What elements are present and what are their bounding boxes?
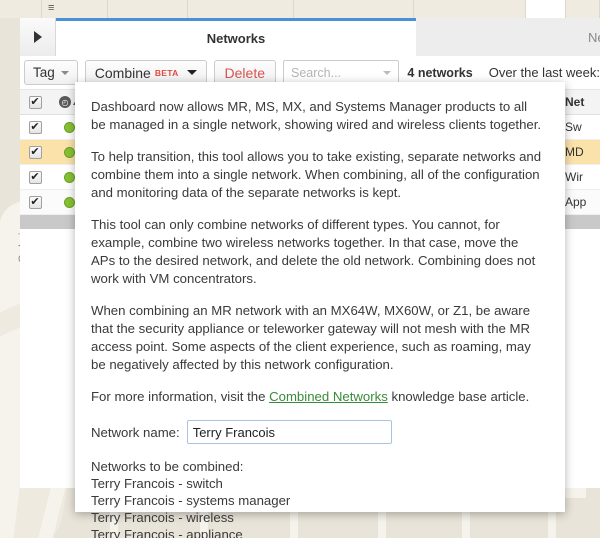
status-online-icon — [63, 171, 75, 183]
dialog-paragraph: To help transition, this tool allows you… — [91, 149, 542, 200]
status-online-icon — [63, 121, 75, 133]
row-checkbox[interactable]: ✔ — [28, 170, 42, 184]
row-select-cell[interactable]: ✔ — [20, 195, 50, 209]
tab-secondary-label: Ne — [588, 29, 600, 45]
networks-to-combine-list: Networks to be combined: Terry Francois … — [91, 458, 543, 538]
tab-strip-segment — [414, 0, 526, 18]
row-select-cell[interactable]: ✔ — [20, 120, 50, 134]
tab-strip-segment — [108, 0, 188, 18]
chevron-down-icon — [60, 70, 69, 75]
clock-icon: ◴ — [59, 96, 71, 108]
tab-strip-segment-active — [526, 0, 566, 18]
select-all-cell[interactable]: ✔ — [20, 95, 50, 109]
dialog-paragraph: This tool can only combine networks of d… — [91, 217, 536, 286]
tab-networks[interactable]: Networks — [56, 18, 416, 56]
network-name-input[interactable] — [186, 420, 392, 444]
kb-prefix: For more information, visit the — [91, 389, 270, 404]
row-checkbox[interactable]: ✔ — [28, 145, 42, 159]
tag-button[interactable]: Tag — [24, 60, 78, 85]
tab-strip-segment — [566, 0, 600, 18]
tab-strip-segment — [294, 0, 414, 18]
chevron-down-icon — [186, 70, 197, 75]
list-item: Terry Francois - wireless — [91, 510, 234, 525]
tab-strip-segment — [0, 0, 42, 18]
row-select-cell[interactable]: ✔ — [20, 170, 50, 184]
row-checkbox[interactable]: ✔ — [28, 195, 42, 209]
search-placeholder: Search... — [291, 65, 342, 80]
combined-networks-link[interactable]: Combined Networks — [269, 389, 388, 404]
network-count: 4 networks — [407, 65, 473, 80]
tab-networks-label: Networks — [206, 31, 266, 46]
tab-strip-segment — [188, 0, 294, 18]
tab-strip-glyph: ≡ — [48, 2, 55, 14]
status-online-icon — [63, 146, 75, 158]
network-name-label: Network name: — [91, 424, 180, 440]
row-network: Wir — [565, 170, 583, 184]
dialog-paragraph: When combining an MR network with an MX6… — [91, 303, 531, 372]
row-checkbox[interactable]: ✔ — [28, 120, 42, 134]
select-all-checkbox[interactable]: ✔ — [28, 95, 42, 109]
kb-suffix: knowledge base article. — [387, 389, 530, 404]
delete-button-label: Delete — [224, 64, 265, 81]
status-online-icon — [63, 196, 75, 208]
list-item: Terry Francois - systems manager — [91, 493, 291, 508]
chevron-down-icon — [383, 70, 392, 75]
row-network: Sw — [565, 120, 582, 134]
list-item: Terry Francois - switch — [91, 476, 223, 491]
beta-badge: BETA — [154, 67, 179, 78]
list-title: Networks to be combined: — [91, 459, 244, 474]
tab-secondary[interactable]: Ne — [416, 18, 600, 56]
row-network: MD — [565, 145, 584, 159]
expand-sidebar-button[interactable] — [20, 18, 56, 56]
row-select-cell[interactable]: ✔ — [20, 145, 50, 159]
combine-networks-dialog: Dashboard now allows MR, MS, MX, and Sys… — [75, 82, 565, 538]
browser-tab-strip: ≡ — [0, 0, 600, 18]
last-week-label: Over the last week: — [488, 65, 600, 80]
row-network: App — [565, 195, 587, 209]
tag-button-label: Tag — [33, 65, 55, 80]
dialog-paragraph: Dashboard now allows MR, MS, MX, and Sys… — [91, 99, 542, 132]
app-tab-row: Networks Ne — [20, 18, 600, 56]
triangle-right-icon — [33, 31, 42, 43]
kb-article-line: For more information, visit the Combined… — [91, 388, 543, 406]
network-column-header: Net — [565, 95, 585, 109]
list-item: Terry Francois - appliance — [91, 527, 243, 538]
combine-button-label: Combine — [94, 64, 151, 81]
network-name-row: Network name: — [91, 420, 543, 444]
